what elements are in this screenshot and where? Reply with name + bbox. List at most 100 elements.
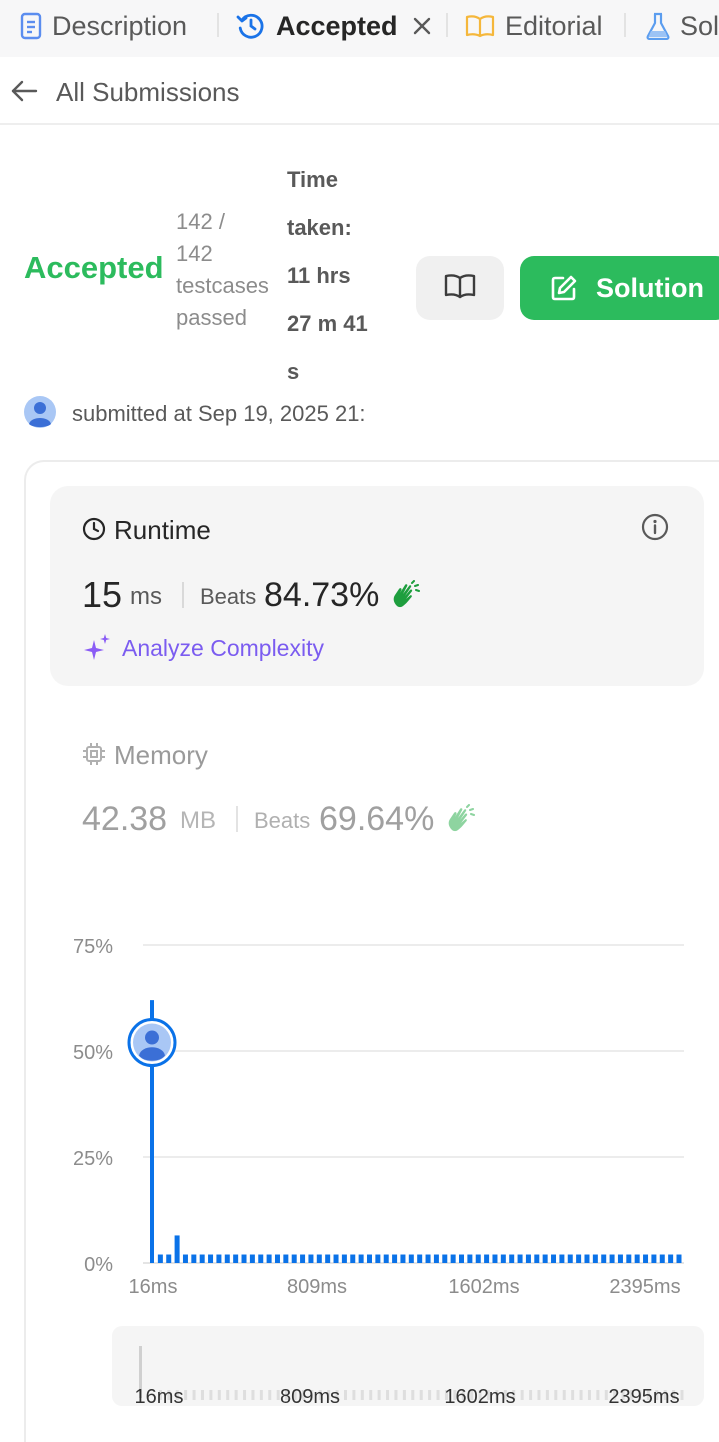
tab-solutions[interactable]: Solutions	[646, 0, 719, 52]
back-arrow-icon[interactable]	[10, 77, 38, 110]
tab-description[interactable]: Description	[20, 0, 187, 52]
tab-bar: Description Accepted Editorial Solutions	[0, 0, 719, 57]
navigator-bar	[369, 1390, 373, 1400]
navigator-bar	[604, 1390, 608, 1400]
histogram-bar[interactable]	[433, 1254, 439, 1263]
histogram-bar[interactable]	[233, 1254, 239, 1263]
solution-button[interactable]: Solution	[520, 256, 719, 320]
histogram-bar[interactable]	[366, 1254, 372, 1263]
histogram-bar[interactable]	[567, 1254, 573, 1263]
navigator-bar	[537, 1390, 541, 1400]
histogram-bar[interactable]	[517, 1254, 523, 1263]
histogram-bar[interactable]	[174, 1235, 180, 1263]
histogram-bar[interactable]	[668, 1254, 674, 1263]
histogram-bar[interactable]	[584, 1254, 590, 1263]
histogram-bar[interactable]	[559, 1254, 565, 1263]
chart-range-navigator[interactable]: 16ms 809ms 1602ms 2395ms	[112, 1326, 704, 1406]
histogram-bar[interactable]	[450, 1254, 456, 1263]
histogram-bar[interactable]	[551, 1254, 557, 1263]
histogram-bar[interactable]	[216, 1254, 222, 1263]
histogram-bar[interactable]	[467, 1254, 473, 1263]
histogram-bar[interactable]	[617, 1254, 623, 1263]
navigator-bar	[596, 1390, 600, 1400]
histogram-bar[interactable]	[199, 1254, 205, 1263]
runtime-distribution-chart[interactable]: 75% 50% 25% 0% 16ms 809ms 1602ms 2395ms	[0, 920, 719, 1310]
histogram-bar[interactable]	[249, 1254, 255, 1263]
histogram-bar[interactable]	[542, 1254, 548, 1263]
histogram-bar[interactable]	[400, 1254, 406, 1263]
histogram-bar[interactable]	[601, 1254, 607, 1263]
histogram-bar[interactable]	[157, 1254, 163, 1263]
runtime-value: 15	[82, 574, 123, 615]
histogram-bar[interactable]	[609, 1254, 615, 1263]
tab-accepted[interactable]: Accepted	[236, 0, 432, 52]
histogram-bar[interactable]	[316, 1254, 322, 1263]
navigator-bar	[352, 1390, 356, 1400]
all-submissions-link[interactable]: All Submissions	[56, 77, 240, 108]
navigator-bar	[234, 1390, 238, 1400]
histogram-bar[interactable]	[576, 1254, 582, 1263]
document-icon	[20, 12, 42, 40]
tab-label: Solutions	[680, 10, 719, 41]
history-icon	[236, 11, 266, 41]
histogram-bar[interactable]	[291, 1254, 297, 1263]
navigator-bar	[343, 1390, 347, 1400]
histogram-bar[interactable]	[283, 1254, 289, 1263]
histogram-bar[interactable]	[308, 1254, 314, 1263]
avatar[interactable]	[24, 396, 56, 433]
histogram-bar[interactable]	[392, 1254, 398, 1263]
histogram-bar[interactable]	[525, 1254, 531, 1263]
status-accepted: Accepted	[24, 250, 164, 285]
histogram-bar[interactable]	[643, 1254, 649, 1263]
histogram-bar[interactable]	[417, 1254, 423, 1263]
histogram-bar[interactable]	[341, 1254, 347, 1263]
histogram-bar[interactable]	[358, 1254, 364, 1263]
histogram-bar[interactable]	[333, 1254, 339, 1263]
tab-label: Accepted	[276, 10, 398, 41]
histogram-bar[interactable]	[484, 1254, 490, 1263]
histogram-bar[interactable]	[592, 1254, 598, 1263]
histogram-bar[interactable]	[534, 1254, 540, 1263]
close-icon[interactable]	[412, 16, 432, 36]
histogram-bar[interactable]	[509, 1254, 515, 1263]
analyze-complexity-link[interactable]: Analyze Complexity	[122, 635, 324, 662]
histogram-bar[interactable]	[500, 1254, 506, 1263]
histogram-bar[interactable]	[241, 1254, 247, 1263]
your-submission-marker[interactable]	[127, 1018, 177, 1068]
histogram-bar[interactable]	[651, 1254, 657, 1263]
histogram-bar[interactable]	[166, 1254, 172, 1263]
histogram-bar[interactable]	[475, 1254, 481, 1263]
histogram-bar[interactable]	[182, 1254, 188, 1263]
runtime-beats-value: 84.73%	[264, 576, 380, 614]
flask-icon	[646, 12, 670, 40]
clock-icon	[82, 517, 106, 546]
histogram-bar[interactable]	[492, 1254, 498, 1263]
histogram-bar[interactable]	[634, 1254, 640, 1263]
histogram-bar[interactable]	[191, 1254, 197, 1263]
histogram-bar[interactable]	[208, 1254, 214, 1263]
histogram-bar[interactable]	[459, 1254, 465, 1263]
histogram-bar[interactable]	[224, 1254, 230, 1263]
histogram-bar[interactable]	[626, 1254, 632, 1263]
histogram-bar[interactable]	[325, 1254, 331, 1263]
histogram-bar[interactable]	[274, 1254, 280, 1263]
navigator-bar	[184, 1390, 188, 1400]
navigator-bar	[419, 1390, 423, 1400]
histogram-bar[interactable]	[425, 1254, 431, 1263]
time-taken: Time taken: 11 hrs 27 m 41 s	[287, 167, 368, 384]
tab-editorial[interactable]: Editorial	[465, 0, 603, 52]
navigator-bar	[243, 1390, 247, 1400]
info-icon[interactable]	[640, 512, 670, 547]
histogram-bar[interactable]	[383, 1254, 389, 1263]
histogram-bar[interactable]	[408, 1254, 414, 1263]
histogram-bar[interactable]	[350, 1254, 356, 1263]
histogram-bar[interactable]	[375, 1254, 381, 1263]
notes-button[interactable]	[416, 256, 504, 320]
histogram-bar[interactable]	[442, 1254, 448, 1263]
histogram-bar[interactable]	[659, 1254, 665, 1263]
navigator-bar	[192, 1390, 196, 1400]
histogram-bar[interactable]	[300, 1254, 306, 1263]
histogram-bar[interactable]	[266, 1254, 272, 1263]
histogram-bar[interactable]	[258, 1254, 264, 1263]
histogram-bar[interactable]	[676, 1254, 682, 1263]
